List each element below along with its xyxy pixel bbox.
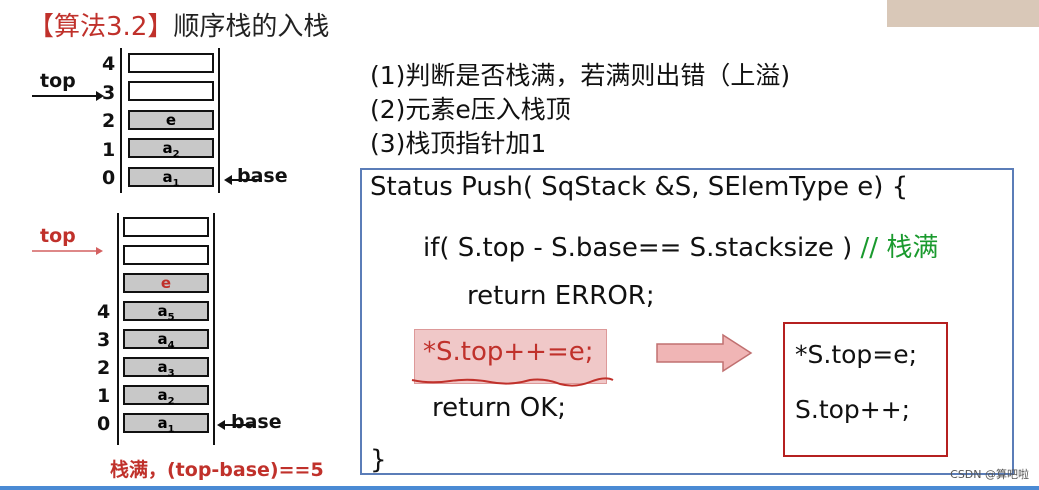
stack-index: 0 — [102, 167, 116, 189]
stack-left-wall — [120, 48, 122, 193]
base-pointer-label: base — [231, 411, 282, 433]
stack-cell: e — [123, 273, 209, 293]
watermark: CSDN @算吧啦 — [950, 468, 1029, 481]
presenter-video-thumbnail — [887, 0, 1039, 27]
stack-cell: a3 — [123, 357, 209, 379]
top-pointer-arrow-icon — [32, 247, 103, 255]
stack-full-note: 栈满，(top-base)==5 — [110, 459, 324, 481]
code-line-return-error: return ERROR; — [467, 281, 655, 311]
stack-cell: a1 — [128, 167, 214, 189]
code-line-return-ok: return OK; — [432, 393, 567, 423]
stack-cell: a2 — [128, 138, 214, 160]
step-1: (1)判断是否栈满，若满则出错（上溢) — [370, 61, 791, 90]
stack-index: 1 — [102, 139, 116, 161]
stack-index: 4 — [97, 301, 111, 323]
expansion-line-1: *S.top=e; — [795, 340, 918, 369]
code-line-push: *S.top++=e; — [423, 337, 594, 367]
squiggle-underline-icon — [411, 377, 614, 387]
stack-cell — [128, 81, 214, 101]
stack-index: 1 — [97, 385, 111, 407]
bottom-bar — [0, 486, 1039, 490]
stack-left-wall — [117, 213, 119, 445]
title-algorithm-tag: 算法3.2 — [54, 12, 148, 42]
stack-index: 0 — [97, 413, 111, 435]
stack-index: 3 — [97, 329, 111, 351]
stack-cell: a1 — [123, 413, 209, 435]
stack-right-wall — [218, 48, 220, 193]
step-2: (2)元素e压入栈顶 — [370, 95, 571, 124]
stack-index: 2 — [102, 110, 116, 132]
stack-index: 4 — [102, 53, 116, 75]
stack-cell — [123, 245, 209, 265]
expansion-line-2: S.top++; — [795, 395, 911, 424]
title-bracket-open: 【 — [28, 12, 55, 42]
top-pointer-arrow-icon — [32, 91, 104, 101]
stack-right-wall — [213, 213, 215, 445]
title-text: 顺序栈的入栈 — [173, 12, 330, 42]
stack-cell: a2 — [123, 385, 209, 407]
stack-cell — [123, 217, 209, 237]
base-pointer-label: base — [237, 165, 288, 187]
code-line-if: if( S.top - S.base== S.stacksize ) // 栈满 — [423, 233, 939, 263]
stack-cell: a5 — [123, 301, 209, 323]
stack-cell — [128, 53, 214, 73]
expansion-arrow-icon — [656, 333, 753, 373]
stack-index: 2 — [97, 357, 111, 379]
page-title: 【算法3.2】顺序栈的入栈 — [28, 6, 329, 43]
code-comment: // 栈满 — [860, 233, 939, 263]
stack-cell: a4 — [123, 329, 209, 351]
code-line-signature: Status Push( SqStack &S, SElemType e) { — [370, 172, 909, 202]
step-3: (3)栈顶指针加1 — [370, 129, 547, 158]
stack-cell: e — [128, 110, 214, 130]
title-bracket-close: 】 — [147, 12, 174, 42]
code-line-close: } — [370, 445, 387, 475]
